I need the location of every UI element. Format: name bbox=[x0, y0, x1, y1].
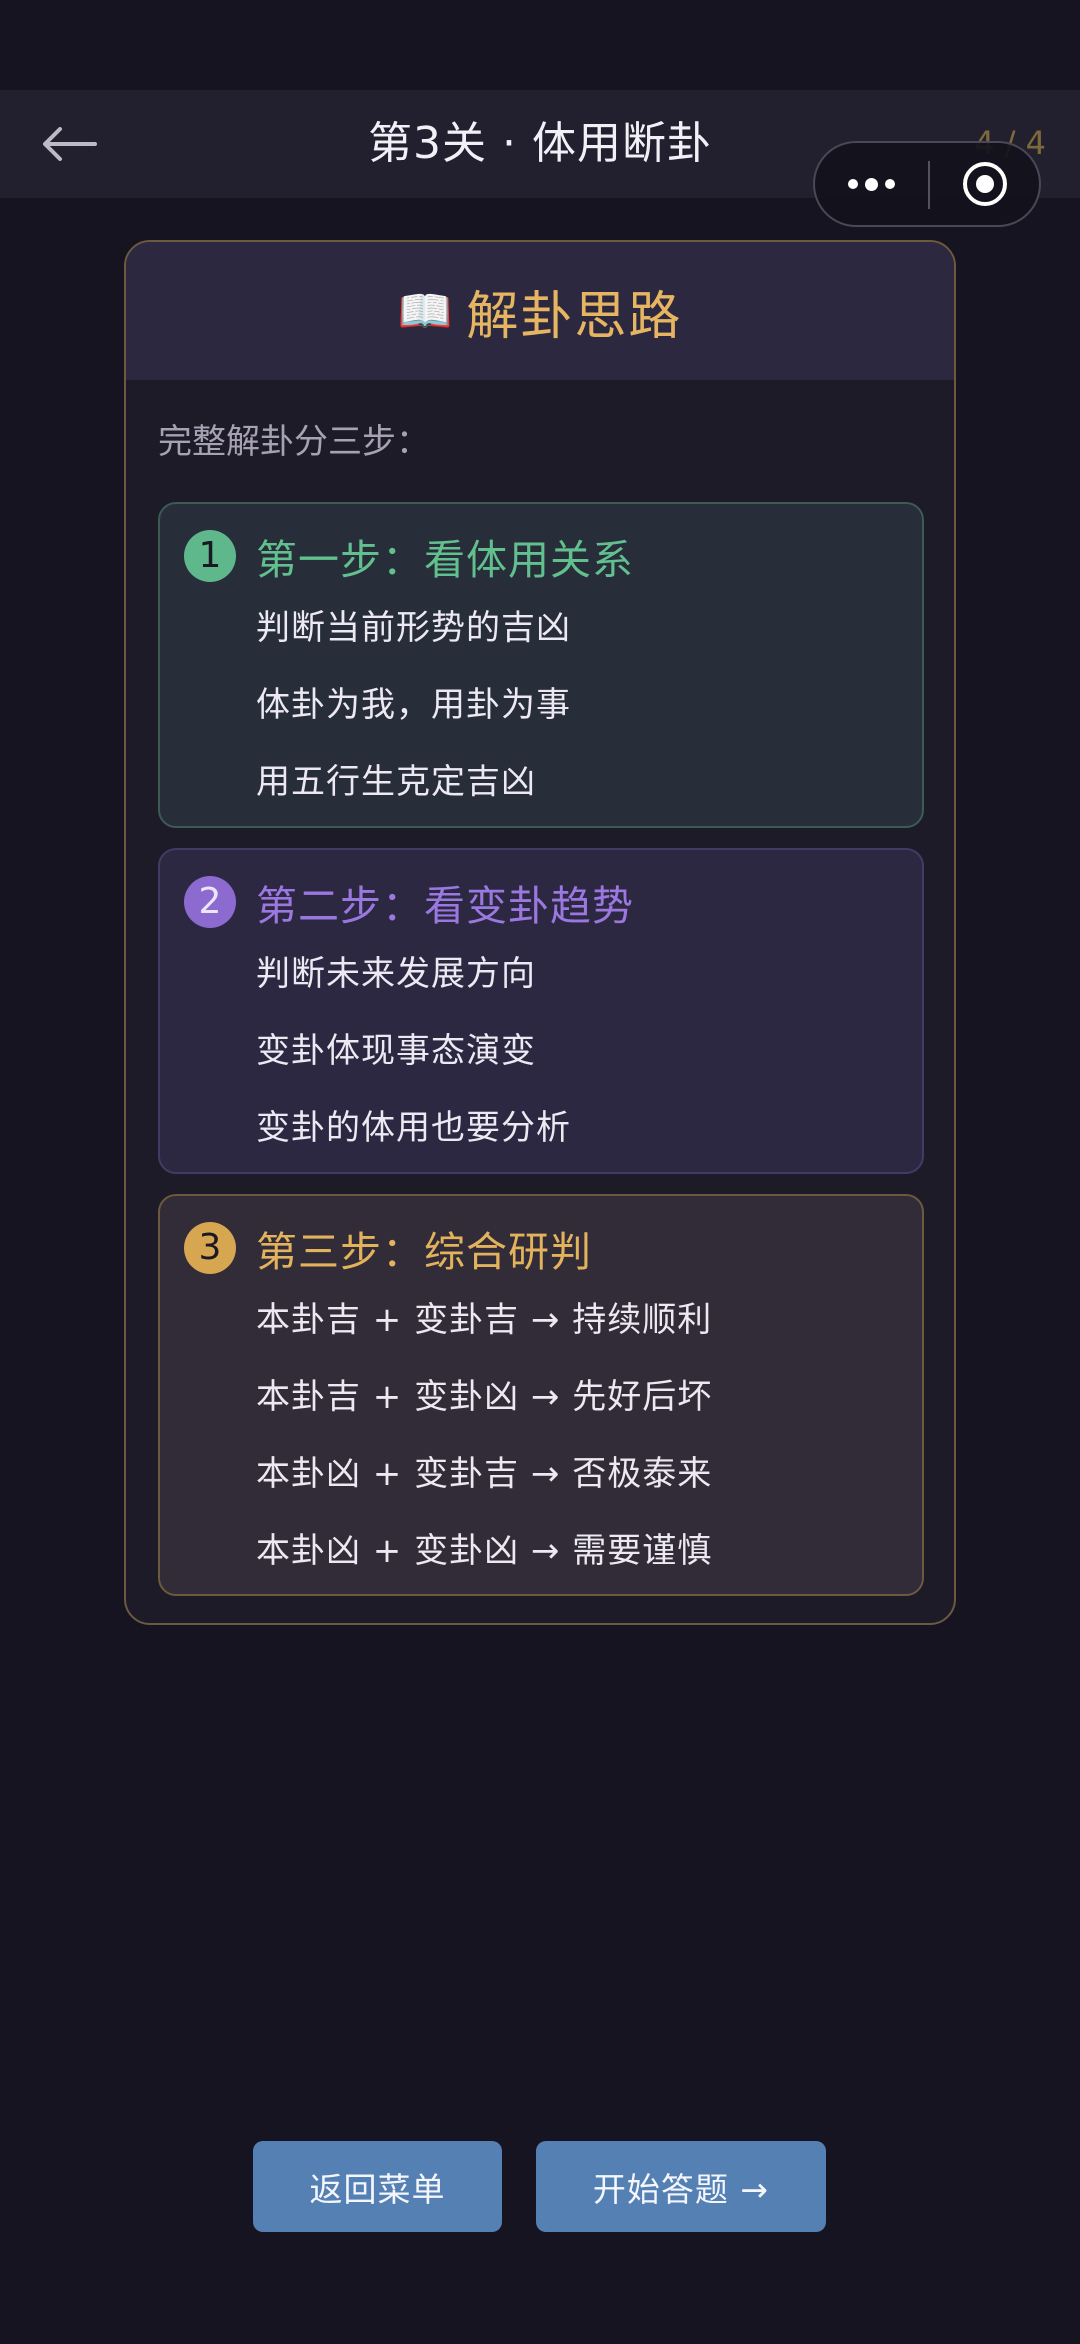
card-header: 📖 解卦思路 bbox=[126, 242, 954, 380]
back-button[interactable] bbox=[30, 104, 110, 184]
back-to-menu-button[interactable]: 返回菜单 bbox=[253, 2141, 502, 2232]
step-line: 变卦体现事态演变 bbox=[256, 1031, 536, 1071]
step-line: 判断当前形势的吉凶 bbox=[256, 608, 571, 648]
step-card-3: 3 第三步：综合研判 本卦吉 + 变卦吉 → 持续顺利 本卦吉 + 变卦凶 → … bbox=[158, 1194, 924, 1596]
target-icon bbox=[962, 162, 1007, 206]
tips-card: 📖 解卦思路 完整解卦分三步： 1 第一步：看体用关系 判断当前形势的吉凶 体卦… bbox=[124, 240, 956, 1625]
dot-icon bbox=[865, 177, 878, 191]
step-line: 变卦的体用也要分析 bbox=[256, 1108, 571, 1148]
mini-program-capsule bbox=[813, 141, 1041, 227]
step-number-badge: 2 bbox=[184, 876, 236, 928]
book-icon: 📖 bbox=[397, 286, 453, 337]
step-line: 本卦吉 + 变卦凶 → 先好后坏 bbox=[256, 1377, 713, 1417]
step-line: 本卦吉 + 变卦吉 → 持续顺利 bbox=[256, 1300, 713, 1340]
start-quiz-button[interactable]: 开始答题 → bbox=[536, 2141, 826, 2232]
intro-text: 完整解卦分三步： bbox=[158, 422, 430, 462]
step-line: 判断未来发展方向 bbox=[256, 954, 536, 994]
step-number-badge: 1 bbox=[184, 530, 236, 582]
arrow-left-icon bbox=[43, 127, 97, 161]
step-line: 体卦为我，用卦为事 bbox=[256, 685, 571, 725]
step-line: 用五行生克定吉凶 bbox=[256, 762, 536, 802]
step-number-badge: 3 bbox=[184, 1222, 236, 1274]
step-lines: 判断当前形势的吉凶 体卦为我，用卦为事 用五行生克定吉凶 bbox=[256, 600, 571, 831]
dot-icon bbox=[848, 179, 858, 189]
close-miniprogram-button[interactable] bbox=[930, 143, 1039, 225]
step-card-1: 1 第一步：看体用关系 判断当前形势的吉凶 体卦为我，用卦为事 用五行生克定吉凶 bbox=[158, 502, 924, 828]
step-line: 本卦凶 + 变卦吉 → 否极泰来 bbox=[256, 1454, 713, 1494]
step-lines: 判断未来发展方向 变卦体现事态演变 变卦的体用也要分析 bbox=[256, 946, 571, 1177]
step-title: 第二步：看变卦趋势 bbox=[256, 882, 634, 930]
more-options-button[interactable] bbox=[815, 143, 928, 225]
step-title: 第一步：看体用关系 bbox=[256, 536, 634, 584]
card-title: 解卦思路 bbox=[466, 286, 683, 347]
step-line: 本卦凶 + 变卦凶 → 需要谨慎 bbox=[256, 1531, 713, 1571]
dot-icon bbox=[885, 179, 895, 189]
step-title: 第三步：综合研判 bbox=[256, 1228, 592, 1276]
step-card-2: 2 第二步：看变卦趋势 判断未来发展方向 变卦体现事态演变 变卦的体用也要分析 bbox=[158, 848, 924, 1174]
step-lines: 本卦吉 + 变卦吉 → 持续顺利 本卦吉 + 变卦凶 → 先好后坏 本卦凶 + … bbox=[256, 1292, 712, 1600]
